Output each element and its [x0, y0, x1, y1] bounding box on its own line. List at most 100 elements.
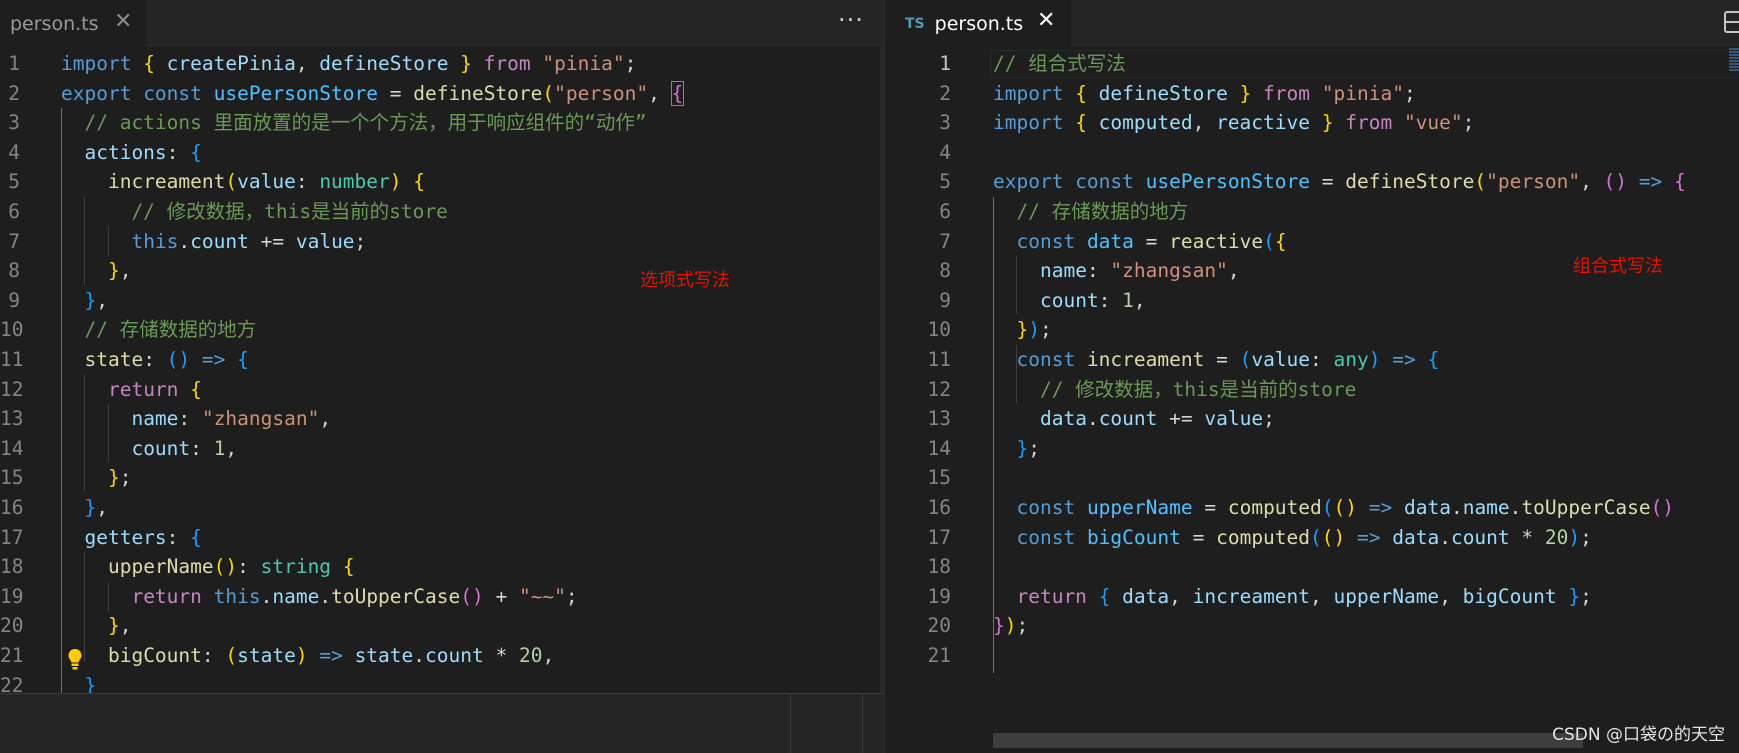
- code-token: "person": [1486, 170, 1581, 194]
- code-text: increament(value: number) {: [61, 167, 425, 197]
- code-line[interactable]: 1 import { createPinia, defineStore } fro…: [0, 49, 636, 79]
- footer-divider: [862, 694, 863, 753]
- code-token: export: [993, 170, 1076, 194]
- line-number: 10: [0, 318, 24, 342]
- code-line[interactable]: 13 data.count += value;: [885, 404, 1275, 434]
- code-text: getters: {: [61, 523, 201, 553]
- right-tab-bar: TS person.ts ✕: [885, 0, 1739, 47]
- right-editor-pane: TS person.ts ✕ 1 // 组合式写法 2 import { define…: [884, 0, 1739, 753]
- code-token: value: [1251, 348, 1311, 371]
- line-number: 5: [939, 170, 951, 194]
- line-number: 9: [8, 288, 20, 312]
- code-token: }: [84, 288, 97, 312]
- code-line[interactable]: 3 // actions 里面放置的是一个个方法，用于响应组件的“动作”: [0, 108, 646, 138]
- right-editor-tab[interactable]: TS person.ts ✕: [885, 0, 1072, 47]
- code-line[interactable]: 16 },: [0, 493, 108, 523]
- code-token: (: [1310, 525, 1322, 549]
- code-text: count: 1,: [61, 434, 237, 464]
- left-code-editor[interactable]: 1 import { createPinia, defineStore } fro…: [0, 47, 884, 753]
- code-token: export: [61, 81, 144, 105]
- code-token: {: [413, 170, 426, 194]
- code-token: =: [1180, 525, 1217, 549]
- code-text: bigCount: (state) => state.count * 20,: [61, 641, 554, 671]
- code-line[interactable]: 14 };: [885, 434, 1040, 464]
- code-line[interactable]: 6 // 修改数据，this是当前的store: [0, 197, 448, 227]
- code-token: ,: [1439, 584, 1463, 608]
- code-line[interactable]: 19 return this.name.toUpperCase() + "~~"…: [0, 582, 578, 612]
- code-line[interactable]: 16 const upperName = computed(() => data…: [885, 493, 1675, 523]
- code-line[interactable]: 1 // 组合式写法: [885, 49, 1125, 79]
- code-line[interactable]: 10 // 存储数据的地方: [0, 315, 256, 345]
- code-token: ,: [319, 407, 332, 431]
- code-line[interactable]: 12 // 修改数据，this是当前的store: [885, 375, 1357, 405]
- code-token: ;: [1580, 525, 1592, 549]
- code-line[interactable]: 2 export const usePersonStore = defineSto…: [0, 79, 685, 109]
- line-number: 9: [939, 288, 951, 312]
- code-line[interactable]: 5 increament(value: number) {: [0, 167, 425, 197]
- code-token: }: [84, 496, 97, 519]
- code-token: computed: [1098, 111, 1193, 135]
- code-text: return this.name.toUpperCase() + "~~";: [61, 582, 577, 612]
- line-number: 18: [927, 555, 951, 579]
- code-line[interactable]: 20 },: [0, 611, 131, 641]
- left-editor-tab[interactable]: person.ts ✕: [0, 0, 146, 47]
- code-line[interactable]: 11 state: () => {: [0, 345, 249, 375]
- code-line[interactable]: 12 return {: [0, 375, 202, 405]
- code-line[interactable]: 7 const data = reactive({: [885, 227, 1286, 257]
- code-token: // 存储数据的地方: [993, 200, 1189, 223]
- code-token: {: [1674, 170, 1686, 194]
- code-line[interactable]: 15 };: [0, 463, 131, 493]
- minimap[interactable]: [1729, 48, 1739, 88]
- close-icon[interactable]: ✕: [1037, 8, 1055, 33]
- code-line[interactable]: 15: [885, 463, 951, 493]
- code-line[interactable]: 11 const increament = (value: any) => {: [885, 345, 1440, 375]
- minimap-row: [1729, 63, 1739, 65]
- code-line[interactable]: 10 });: [885, 315, 1052, 345]
- code-line[interactable]: 17 const bigCount = computed(() => data.…: [885, 523, 1592, 553]
- right-code-editor[interactable]: 1 // 组合式写法 2 import { defineStore } from "p…: [885, 47, 1739, 753]
- code-line[interactable]: 8 },: [0, 256, 131, 286]
- left-editor-pane: person.ts ✕ ··· 1 import { createPinia, d…: [0, 0, 884, 753]
- code-line[interactable]: 3 import { computed, reactive } from "vue…: [885, 108, 1474, 138]
- code-line[interactable]: 6 // 存储数据的地方: [885, 197, 1188, 227]
- code-token: const: [1016, 348, 1087, 371]
- code-line[interactable]: 20});: [885, 611, 1029, 641]
- split-editor-icon[interactable]: [1724, 11, 1739, 33]
- code-token: {: [342, 555, 355, 579]
- minimap-row: [1729, 69, 1739, 71]
- code-line[interactable]: 4: [885, 138, 951, 168]
- code-line[interactable]: 21: [885, 641, 951, 671]
- code-text: state: () => {: [61, 345, 248, 375]
- code-line[interactable]: 14 count: 1,: [0, 434, 237, 464]
- horizontal-scrollbar[interactable]: [993, 733, 1583, 748]
- code-line[interactable]: 13 name: "zhangsan",: [0, 404, 331, 434]
- code-token: name: [272, 584, 320, 608]
- code-line[interactable]: 17 getters: {: [0, 523, 202, 553]
- lightbulb-icon[interactable]: [67, 648, 83, 672]
- code-line[interactable]: 4 actions: {: [0, 138, 202, 168]
- code-line[interactable]: 8 name: "zhangsan",: [885, 256, 1239, 286]
- code-line[interactable]: 2 import { defineStore } from "pinia";: [885, 79, 1415, 109]
- code-text: const increament = (value: any) => {: [993, 345, 1439, 375]
- code-line[interactable]: 21 bigCount: (state) => state.count * 20…: [0, 641, 554, 671]
- code-line[interactable]: 19 return { data, increament, upperName,…: [885, 582, 1592, 612]
- code-line[interactable]: 18: [885, 552, 951, 582]
- code-token: ): [1004, 614, 1017, 638]
- code-text: },: [61, 286, 108, 316]
- line-number: 4: [939, 140, 951, 164]
- code-line[interactable]: 7 this.count += value;: [0, 227, 366, 257]
- code-line[interactable]: 18 upperName(): string {: [0, 552, 355, 582]
- code-line[interactable]: 5 export const usePersonStore = defineSto…: [885, 167, 1686, 197]
- code-line[interactable]: 9 },: [0, 286, 108, 316]
- more-actions-icon[interactable]: ···: [838, 6, 864, 34]
- code-line[interactable]: 9 count: 1,: [885, 286, 1145, 316]
- close-icon[interactable]: ✕: [114, 9, 132, 34]
- right-tab-filename: person.ts: [934, 12, 1024, 35]
